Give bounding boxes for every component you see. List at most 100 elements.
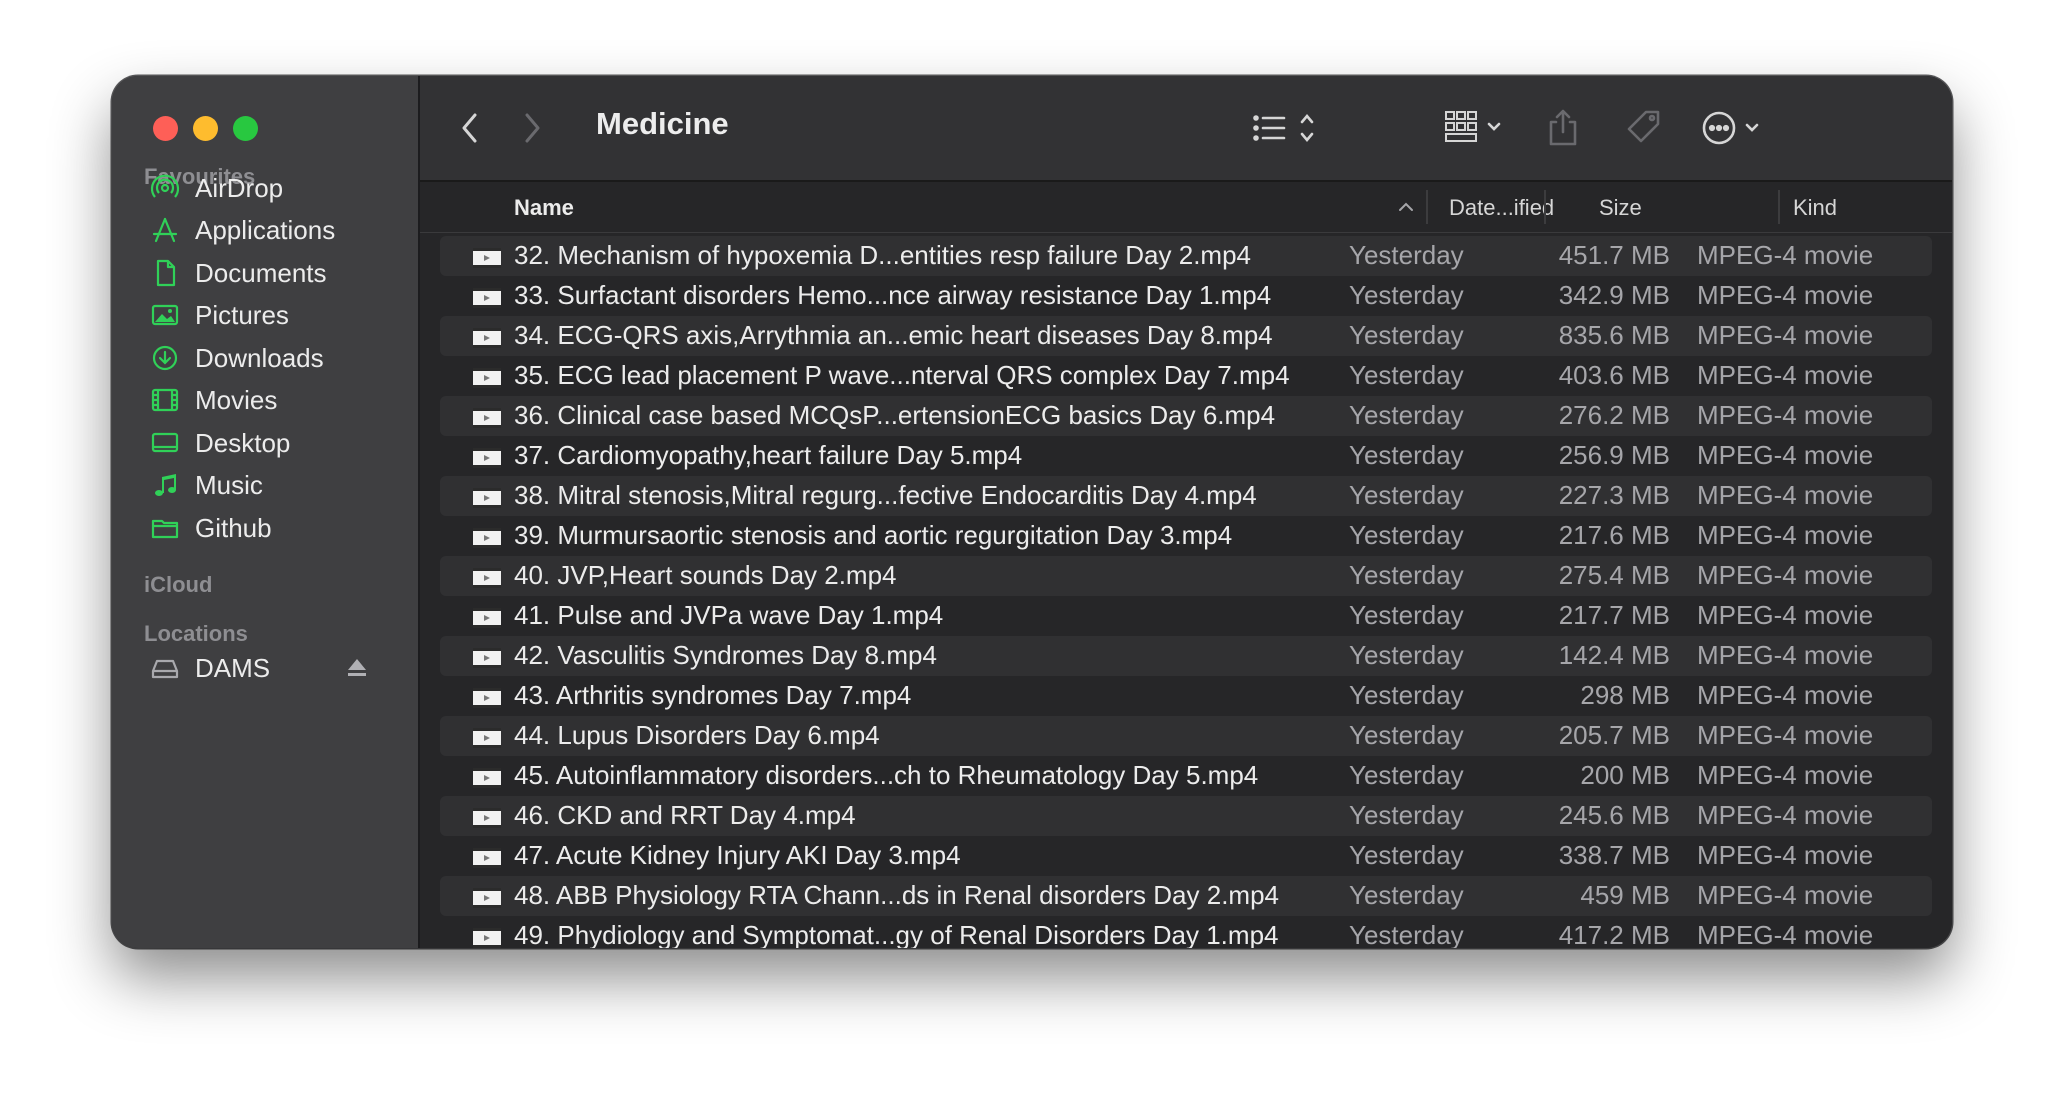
table-row[interactable]: 32. Mechanism of hypoxemia D...entities … xyxy=(440,236,1932,276)
desktop-icon xyxy=(148,426,182,460)
file-name: 47. Acute Kidney Injury AKI Day 3.mp4 xyxy=(514,840,961,870)
sidebar-item-label: Downloads xyxy=(195,342,324,373)
file-size: 417.2 MB xyxy=(1558,920,1670,948)
tag-button[interactable] xyxy=(1624,102,1664,154)
sidebar-item-github[interactable]: Github xyxy=(148,506,398,550)
file-size: 835.6 MB xyxy=(1558,320,1670,350)
zoom-button[interactable] xyxy=(233,116,258,141)
table-row[interactable]: 33. Surfactant disorders Hemo...nce airw… xyxy=(440,276,1932,316)
table-row[interactable]: 48. ABB Physiology RTA Chann...ds in Ren… xyxy=(440,876,1932,916)
video-file-icon xyxy=(473,648,501,668)
grid-icon xyxy=(1445,111,1501,142)
column-kind[interactable]: Kind xyxy=(1793,195,1837,221)
file-name: 35. ECG lead placement P wave...nterval … xyxy=(514,360,1290,390)
sidebar-item-downloads[interactable]: Downloads xyxy=(148,336,398,380)
table-row[interactable]: 36. Clinical case based MCQsP...ertensio… xyxy=(440,396,1932,436)
sidebar-item-label: Desktop xyxy=(195,427,291,458)
video-file-icon xyxy=(473,328,501,348)
table-row[interactable]: 44. Lupus Disorders Day 6.mp4 Yesterday 20… xyxy=(440,716,1932,756)
file-kind: MPEG-4 movie xyxy=(1697,280,1874,310)
file-name: 43. Arthritis syndromes Day 7.mp4 xyxy=(514,680,912,710)
eject-icon[interactable] xyxy=(344,654,370,680)
icloud-heading[interactable]: iCloud xyxy=(144,572,212,598)
file-size: 217.6 MB xyxy=(1558,520,1670,550)
file-kind: MPEG-4 movie xyxy=(1697,240,1874,270)
file-name: 38. Mitral stenosis,Mitral regurg...fect… xyxy=(514,480,1257,510)
file-kind: MPEG-4 movie xyxy=(1697,880,1874,910)
video-file-icon xyxy=(473,728,501,748)
sidebar-item-movies[interactable]: Movies xyxy=(148,378,398,422)
minimize-button[interactable] xyxy=(193,116,218,141)
sidebar-item-applications[interactable]: Applications xyxy=(148,208,398,252)
video-file-icon xyxy=(473,408,501,428)
forward-button[interactable] xyxy=(520,102,544,154)
file-kind: MPEG-4 movie xyxy=(1697,320,1874,350)
file-name: 36. Clinical case based MCQsP...ertensio… xyxy=(514,400,1276,430)
video-file-icon xyxy=(473,608,501,628)
file-name: 40. JVP,Heart sounds Day 2.mp4 xyxy=(514,560,897,590)
file-kind: MPEG-4 movie xyxy=(1697,680,1874,710)
group-button[interactable] xyxy=(1444,102,1508,154)
file-name: 49. Phydiology and Symptomat...gy of Ren… xyxy=(514,920,1279,948)
sort-ascending-icon[interactable] xyxy=(1398,202,1414,212)
file-size: 200 MB xyxy=(1580,760,1670,790)
file-kind: MPEG-4 movie xyxy=(1697,840,1874,870)
document-icon xyxy=(148,256,182,290)
table-row[interactable]: 47. Acute Kidney Injury AKI Day 3.mp4 Yes… xyxy=(440,836,1932,876)
column-size[interactable]: Size xyxy=(1599,195,1642,221)
sidebar-item-dams[interactable]: DAMS xyxy=(148,646,398,690)
table-row[interactable]: 34. ECG-QRS axis,Arrythmia an...emic hea… xyxy=(440,316,1932,356)
table-row[interactable]: 42. Vasculitis Syndromes Day 8.mp4 Yester… xyxy=(440,636,1932,676)
back-button[interactable] xyxy=(458,102,482,154)
video-file-icon xyxy=(473,528,501,548)
file-size: 256.9 MB xyxy=(1558,440,1670,470)
close-button[interactable] xyxy=(153,116,178,141)
file-kind: MPEG-4 movie xyxy=(1697,640,1874,670)
video-file-icon xyxy=(473,488,501,508)
sidebar-item-documents[interactable]: Documents xyxy=(148,251,398,295)
view-options-button[interactable] xyxy=(1252,102,1316,154)
window-title: Medicine xyxy=(596,106,729,141)
table-row[interactable]: 49. Phydiology and Symptomat...gy of Ren… xyxy=(440,916,1932,948)
table-row[interactable]: 41. Pulse and JVPa wave Day 1.mp4 Yesterd… xyxy=(440,596,1932,636)
table-row[interactable]: 46. CKD and RRT Day 4.mp4 Yesterday 245.6 … xyxy=(440,796,1932,836)
file-name: 41. Pulse and JVPa wave Day 1.mp4 xyxy=(514,600,944,630)
share-button[interactable] xyxy=(1546,102,1580,154)
file-name: 45. Autoinflammatory disorders...ch to R… xyxy=(514,760,1259,790)
file-size: 276.2 MB xyxy=(1558,400,1670,430)
column-name[interactable]: Name xyxy=(514,195,574,221)
column-header: Name Date...ified Size Kind xyxy=(420,182,1952,233)
column-divider[interactable] xyxy=(1544,190,1546,224)
sidebar-item-desktop[interactable]: Desktop xyxy=(148,421,398,465)
column-date-modified[interactable]: Date...ified xyxy=(1449,195,1554,221)
file-name: 33. Surfactant disorders Hemo...nce airw… xyxy=(514,280,1272,310)
sidebar-item-pictures[interactable]: Pictures xyxy=(148,293,398,337)
sidebar-item-music[interactable]: Music xyxy=(148,463,398,507)
downloads-icon xyxy=(148,341,182,375)
table-row[interactable]: 40. JVP,Heart sounds Day 2.mp4 Yesterday 2… xyxy=(440,556,1932,596)
file-kind: MPEG-4 movie xyxy=(1697,440,1874,470)
file-list: 32. Mechanism of hypoxemia D...entities … xyxy=(440,236,1932,948)
file-size: 459 MB xyxy=(1580,880,1670,910)
table-row[interactable]: 37. Cardiomyopathy,heart failure Day 5.m… xyxy=(440,436,1932,476)
sidebar-item-airdrop[interactable]: AirDrop xyxy=(148,166,398,210)
file-name: 37. Cardiomyopathy,heart failure Day 5.m… xyxy=(514,440,1023,470)
file-size: 403.6 MB xyxy=(1558,360,1670,390)
finder-window: Favourites AirDrop Applications Document… xyxy=(112,76,1952,948)
file-size: 205.7 MB xyxy=(1558,720,1670,750)
file-name: 48. ABB Physiology RTA Chann...ds in Ren… xyxy=(514,880,1279,910)
table-row[interactable]: 43. Arthritis syndromes Day 7.mp4 Yesterd… xyxy=(440,676,1932,716)
action-menu-button[interactable] xyxy=(1702,102,1766,154)
drive-icon xyxy=(148,651,182,685)
video-file-icon xyxy=(473,808,501,828)
video-file-icon xyxy=(473,888,501,908)
column-divider[interactable] xyxy=(1426,190,1428,224)
toolbar: Medicine xyxy=(420,76,1952,182)
table-row[interactable]: 38. Mitral stenosis,Mitral regurg...fect… xyxy=(440,476,1932,516)
column-divider[interactable] xyxy=(1778,190,1780,224)
locations-heading[interactable]: Locations xyxy=(144,621,248,647)
applications-icon xyxy=(148,213,182,247)
table-row[interactable]: 35. ECG lead placement P wave...nterval … xyxy=(440,356,1932,396)
table-row[interactable]: 45. Autoinflammatory disorders...ch to R… xyxy=(440,756,1932,796)
table-row[interactable]: 39. Murmursaortic stenosis and aortic re… xyxy=(440,516,1932,556)
